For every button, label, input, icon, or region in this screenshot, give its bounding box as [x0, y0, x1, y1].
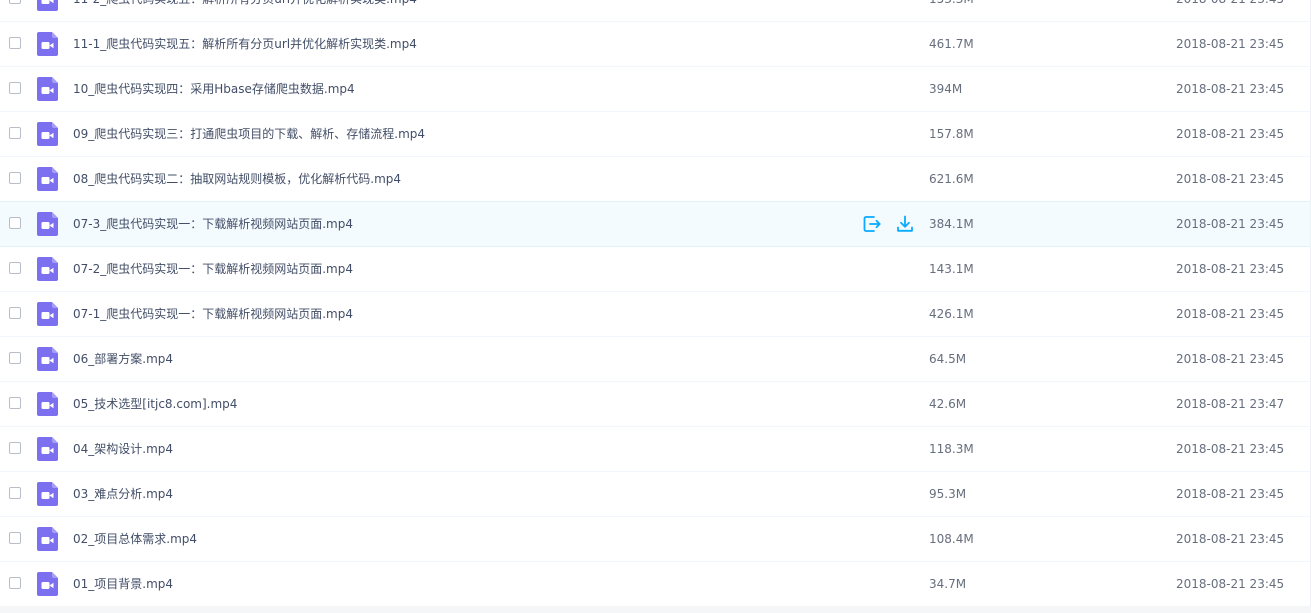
row-checkbox[interactable] — [9, 172, 21, 184]
file-size: 153.3M — [929, 0, 974, 21]
file-row[interactable]: 07-3_爬虫代码实现一：下载解析视频网站页面.mp4 384.1M 2018-… — [0, 201, 1311, 247]
file-modified-date: 2018-08-21 23:45 — [1176, 307, 1285, 321]
video-file-icon — [37, 122, 58, 146]
video-file-icon — [37, 437, 58, 461]
file-size: 426.1M — [929, 307, 974, 321]
row-checkbox[interactable] — [9, 217, 21, 229]
video-file-icon — [37, 167, 58, 191]
file-size: 621.6M — [929, 172, 974, 186]
file-list: 11-2_爬虫代码实现五：解析所有分页url并优化解析实现类.mp4 153.3… — [0, 0, 1311, 607]
file-size: 34.7M — [929, 577, 967, 591]
row-checkbox[interactable] — [9, 577, 21, 589]
file-size: 461.7M — [929, 37, 974, 51]
bottom-bar — [0, 606, 1311, 613]
file-name[interactable]: 08_爬虫代码实现二：抽取网站规则模板，优化解析代码.mp4 — [73, 157, 401, 201]
file-modified-date: 2018-08-21 23:45 — [1176, 127, 1285, 141]
file-row[interactable]: 06_部署方案.mp4 64.5M 2018-08-21 23:45 — [0, 337, 1311, 382]
file-size: 64.5M — [929, 352, 967, 366]
file-modified-date: 2018-08-21 23:45 — [1176, 532, 1285, 546]
file-modified-date: 2018-08-21 23:45 — [1176, 217, 1285, 231]
file-row[interactable]: 09_爬虫代码实现三：打通爬虫项目的下载、解析、存储流程.mp4 157.8M … — [0, 112, 1311, 157]
video-file-icon — [37, 257, 58, 281]
file-modified-date: 2018-08-21 23:45 — [1176, 352, 1285, 366]
video-file-icon — [37, 527, 58, 551]
file-modified-date: 2018-08-21 23:47 — [1176, 397, 1285, 411]
video-file-icon — [37, 212, 58, 236]
file-row[interactable]: 07-1_爬虫代码实现一：下载解析视频网站页面.mp4 426.1M 2018-… — [0, 292, 1311, 337]
file-name[interactable]: 01_项目背景.mp4 — [73, 562, 173, 606]
share-out-icon[interactable] — [862, 214, 882, 234]
file-row[interactable]: 04_架构设计.mp4 118.3M 2018-08-21 23:45 — [0, 427, 1311, 472]
file-size: 42.6M — [929, 397, 967, 411]
file-name[interactable]: 06_部署方案.mp4 — [73, 337, 173, 381]
file-modified-date: 2018-08-21 23:45 — [1176, 0, 1284, 21]
file-modified-date: 2018-08-21 23:45 — [1176, 577, 1285, 591]
video-file-icon — [37, 32, 58, 56]
file-row[interactable]: 11-2_爬虫代码实现五：解析所有分页url并优化解析实现类.mp4 153.3… — [0, 0, 1311, 22]
file-name[interactable]: 05_技术选型[itjc8.com].mp4 — [73, 382, 237, 426]
file-name[interactable]: 04_架构设计.mp4 — [73, 427, 173, 471]
row-checkbox[interactable] — [9, 0, 21, 4]
file-size: 95.3M — [929, 487, 967, 501]
file-modified-date: 2018-08-21 23:45 — [1176, 172, 1285, 186]
download-icon[interactable] — [895, 214, 915, 234]
file-name[interactable]: 03_难点分析.mp4 — [73, 472, 173, 516]
video-file-icon — [37, 77, 58, 101]
video-file-icon — [37, 0, 58, 11]
file-size: 108.4M — [929, 532, 974, 546]
file-modified-date: 2018-08-21 23:45 — [1176, 82, 1285, 96]
file-size: 394M — [929, 82, 963, 96]
file-row[interactable]: 02_项目总体需求.mp4 108.4M 2018-08-21 23:45 — [0, 517, 1311, 562]
row-checkbox[interactable] — [9, 82, 21, 94]
file-row[interactable]: 08_爬虫代码实现二：抽取网站规则模板，优化解析代码.mp4 621.6M 20… — [0, 157, 1311, 202]
file-row[interactable]: 07-2_爬虫代码实现一：下载解析视频网站页面.mp4 143.1M 2018-… — [0, 247, 1311, 292]
file-modified-date: 2018-08-21 23:45 — [1176, 262, 1285, 276]
file-modified-date: 2018-08-21 23:45 — [1176, 37, 1285, 51]
row-checkbox[interactable] — [9, 37, 21, 49]
file-size: 118.3M — [929, 442, 974, 456]
file-size: 143.1M — [929, 262, 974, 276]
file-row[interactable]: 11-1_爬虫代码实现五：解析所有分页url并优化解析实现类.mp4 461.7… — [0, 22, 1311, 67]
file-name[interactable]: 07-1_爬虫代码实现一：下载解析视频网站页面.mp4 — [73, 292, 353, 336]
file-size: 384.1M — [929, 217, 974, 231]
file-modified-date: 2018-08-21 23:45 — [1176, 487, 1285, 501]
file-row[interactable]: 03_难点分析.mp4 95.3M 2018-08-21 23:45 — [0, 472, 1311, 517]
file-name[interactable]: 11-1_爬虫代码实现五：解析所有分页url并优化解析实现类.mp4 — [73, 22, 417, 66]
file-row[interactable]: 05_技术选型[itjc8.com].mp4 42.6M 2018-08-21 … — [0, 382, 1311, 427]
row-checkbox[interactable] — [9, 442, 21, 454]
row-checkbox[interactable] — [9, 487, 21, 499]
row-checkbox[interactable] — [9, 262, 21, 274]
row-checkbox[interactable] — [9, 397, 21, 409]
file-name[interactable]: 10_爬虫代码实现四：采用Hbase存储爬虫数据.mp4 — [73, 67, 355, 111]
row-checkbox[interactable] — [9, 352, 21, 364]
video-file-icon — [37, 572, 58, 596]
row-checkbox[interactable] — [9, 307, 21, 319]
video-file-icon — [37, 482, 58, 506]
file-name[interactable]: 11-2_爬虫代码实现五：解析所有分页url并优化解析实现类.mp4 — [73, 0, 417, 21]
row-checkbox[interactable] — [9, 532, 21, 544]
row-checkbox[interactable] — [9, 127, 21, 139]
file-name[interactable]: 09_爬虫代码实现三：打通爬虫项目的下载、解析、存储流程.mp4 — [73, 112, 425, 156]
row-actions — [862, 214, 915, 234]
file-modified-date: 2018-08-21 23:45 — [1176, 442, 1285, 456]
video-file-icon — [37, 347, 58, 371]
file-row[interactable]: 10_爬虫代码实现四：采用Hbase存储爬虫数据.mp4 394M 2018-0… — [0, 67, 1311, 112]
file-name[interactable]: 07-2_爬虫代码实现一：下载解析视频网站页面.mp4 — [73, 247, 353, 291]
file-name[interactable]: 02_项目总体需求.mp4 — [73, 517, 197, 561]
file-row[interactable]: 01_项目背景.mp4 34.7M 2018-08-21 23:45 — [0, 562, 1311, 607]
video-file-icon — [37, 392, 58, 416]
file-size: 157.8M — [929, 127, 974, 141]
file-name[interactable]: 07-3_爬虫代码实现一：下载解析视频网站页面.mp4 — [73, 202, 353, 246]
video-file-icon — [37, 302, 58, 326]
